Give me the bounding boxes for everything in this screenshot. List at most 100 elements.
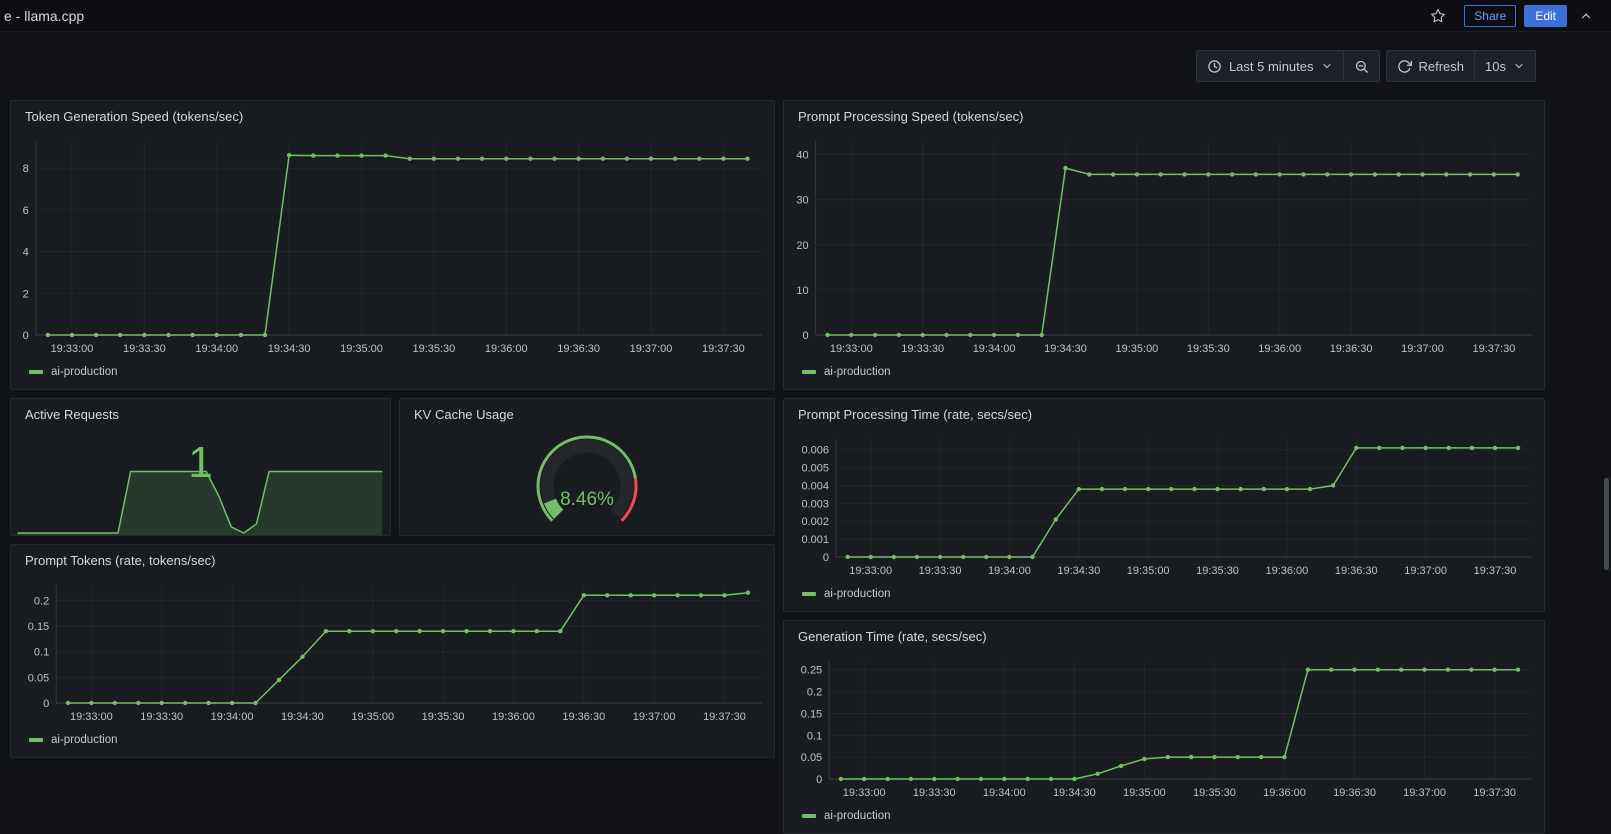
svg-text:19:36:30: 19:36:30 [562,711,605,723]
svg-text:0.1: 0.1 [34,647,49,659]
svg-text:19:37:00: 19:37:00 [1403,787,1446,799]
clock-icon [1208,59,1221,73]
active-requests-sparkline[interactable]: 1 [11,429,390,535]
svg-text:19:36:00: 19:36:00 [492,711,535,723]
svg-text:8.46%: 8.46% [560,489,614,510]
refresh-button[interactable]: Refresh [1385,50,1476,82]
svg-text:0: 0 [823,552,829,564]
legend-label: ai-production [51,734,118,746]
prompt-processing-time-chart[interactable]: 19:33:00 19:33:30 19:34:00 19:34:30 19:35:00… [784,429,1544,585]
svg-text:19:36:30: 19:36:30 [1330,343,1373,355]
panel-legend: ai-production [11,363,774,389]
panel-title[interactable]: Token Generation Speed (tokens/sec) [11,101,774,131]
panel-title[interactable]: Prompt Processing Speed (tokens/sec) [784,101,1544,131]
svg-text:19:34:30: 19:34:30 [1057,565,1100,577]
svg-text:19:37:30: 19:37:30 [1473,787,1516,799]
svg-text:19:35:30: 19:35:30 [1196,565,1239,577]
refresh-interval-label: 10s [1485,58,1506,74]
svg-text:19:37:30: 19:37:30 [702,343,745,355]
svg-text:19:33:30: 19:33:30 [913,787,956,799]
legend-series-dash-icon [29,370,43,374]
svg-text:19:34:00: 19:34:00 [983,787,1026,799]
svg-text:19:33:00: 19:33:00 [70,711,113,723]
svg-text:6: 6 [23,205,29,217]
legend-series-dash-icon [802,592,816,596]
active-requests-value: 1 [188,438,213,487]
svg-text:0.05: 0.05 [28,672,49,684]
dashboard-toolbar: Last 5 minutes Refresh 10s [1195,50,1536,82]
svg-text:19:33:00: 19:33:00 [849,565,892,577]
panel-title[interactable]: KV Cache Usage [400,399,774,429]
svg-text:19:34:00: 19:34:00 [973,343,1016,355]
svg-text:20: 20 [796,240,808,252]
panel-prompt-processing-speed: Prompt Processing Speed (tokens/sec) 19:… [783,100,1545,390]
svg-text:0.003: 0.003 [801,498,829,510]
panel-kv-cache-usage: KV Cache Usage 8.46% [399,398,775,536]
svg-text:0.002: 0.002 [801,516,829,528]
svg-text:0.25: 0.25 [801,665,822,677]
app-header: e - llama.cpp Share Edit [0,0,1611,32]
vertical-scrollbar-thumb[interactable] [1604,478,1609,570]
svg-text:19:34:30: 19:34:30 [268,343,311,355]
panel-token-generation-speed: Token Generation Speed (tokens/sec) 19:3… [10,100,775,390]
svg-text:40: 40 [796,150,808,162]
svg-text:19:34:00: 19:34:00 [988,565,1031,577]
svg-text:19:37:00: 19:37:00 [1404,565,1447,577]
svg-text:0.004: 0.004 [801,480,829,492]
svg-text:19:34:00: 19:34:00 [211,711,254,723]
refresh-label: Refresh [1418,58,1465,74]
svg-text:19:33:30: 19:33:30 [919,565,962,577]
svg-text:0.1: 0.1 [807,730,822,742]
svg-text:19:33:30: 19:33:30 [123,343,166,355]
svg-text:2: 2 [23,288,29,300]
edit-button[interactable]: Edit [1524,4,1567,27]
legend-series-dash-icon [29,738,43,742]
prompt-processing-speed-chart[interactable]: 19:33:00 19:33:30 19:34:00 19:34:30 19:35:00… [784,131,1544,363]
legend-item-ai-production[interactable]: ai-production [802,366,890,378]
svg-text:19:36:30: 19:36:30 [1333,787,1376,799]
svg-text:19:35:00: 19:35:00 [1123,787,1166,799]
legend-item-ai-production[interactable]: ai-production [802,810,890,822]
legend-label: ai-production [824,810,891,822]
svg-text:19:36:00: 19:36:00 [1258,343,1301,355]
svg-text:19:37:00: 19:37:00 [630,343,673,355]
legend-item-ai-production[interactable]: ai-production [29,734,117,746]
svg-text:19:35:30: 19:35:30 [1187,343,1230,355]
svg-text:0: 0 [43,698,49,710]
time-range-label: Last 5 minutes [1228,58,1314,74]
magnifier-minus-icon [1355,60,1368,73]
svg-text:19:37:00: 19:37:00 [1401,343,1444,355]
share-button[interactable]: Share [1464,4,1517,27]
kv-cache-gauge[interactable]: 8.46% [400,429,774,535]
svg-text:19:33:00: 19:33:00 [830,343,873,355]
svg-text:19:37:30: 19:37:30 [1473,343,1516,355]
svg-text:10: 10 [796,285,808,297]
favorite-star-button[interactable] [1426,4,1450,28]
zoom-out-button[interactable] [1343,50,1380,82]
legend-item-ai-production[interactable]: ai-production [29,366,117,378]
svg-text:0.005: 0.005 [801,463,829,475]
svg-text:0.001: 0.001 [801,534,829,546]
collapse-header-button[interactable] [1575,5,1597,27]
dashboard-title: e - llama.cpp [4,7,85,24]
svg-text:19:36:00: 19:36:00 [1263,787,1306,799]
panel-title[interactable]: Prompt Tokens (rate, tokens/sec) [11,545,774,575]
panel-title[interactable]: Active Requests [11,399,390,429]
prompt-tokens-chart[interactable]: 19:33:00 19:33:30 19:34:00 19:34:30 19:35:00… [11,575,774,731]
chevron-up-icon [1581,12,1591,18]
panel-title[interactable]: Generation Time (rate, secs/sec) [784,621,1544,651]
legend-series-dash-icon [802,814,816,818]
svg-text:19:35:30: 19:35:30 [1193,787,1236,799]
panel-title[interactable]: Prompt Processing Time (rate, secs/sec) [784,399,1544,429]
svg-text:19:36:00: 19:36:00 [1265,565,1308,577]
panel-legend: ai-production [784,363,1544,389]
refresh-interval-dropdown[interactable]: 10s [1475,50,1536,82]
svg-text:19:37:30: 19:37:30 [703,711,746,723]
legend-item-ai-production[interactable]: ai-production [802,588,890,600]
generation-time-chart[interactable]: 19:33:00 19:33:30 19:34:00 19:34:30 19:35:00… [784,651,1544,807]
legend-label: ai-production [824,366,891,378]
time-range-picker[interactable]: Last 5 minutes [1195,50,1344,82]
svg-text:0: 0 [816,774,822,786]
svg-text:30: 30 [796,195,808,207]
token-generation-chart[interactable]: 19:33:00 19:33:30 19:34:00 19:34:30 19:35:00… [11,131,774,363]
